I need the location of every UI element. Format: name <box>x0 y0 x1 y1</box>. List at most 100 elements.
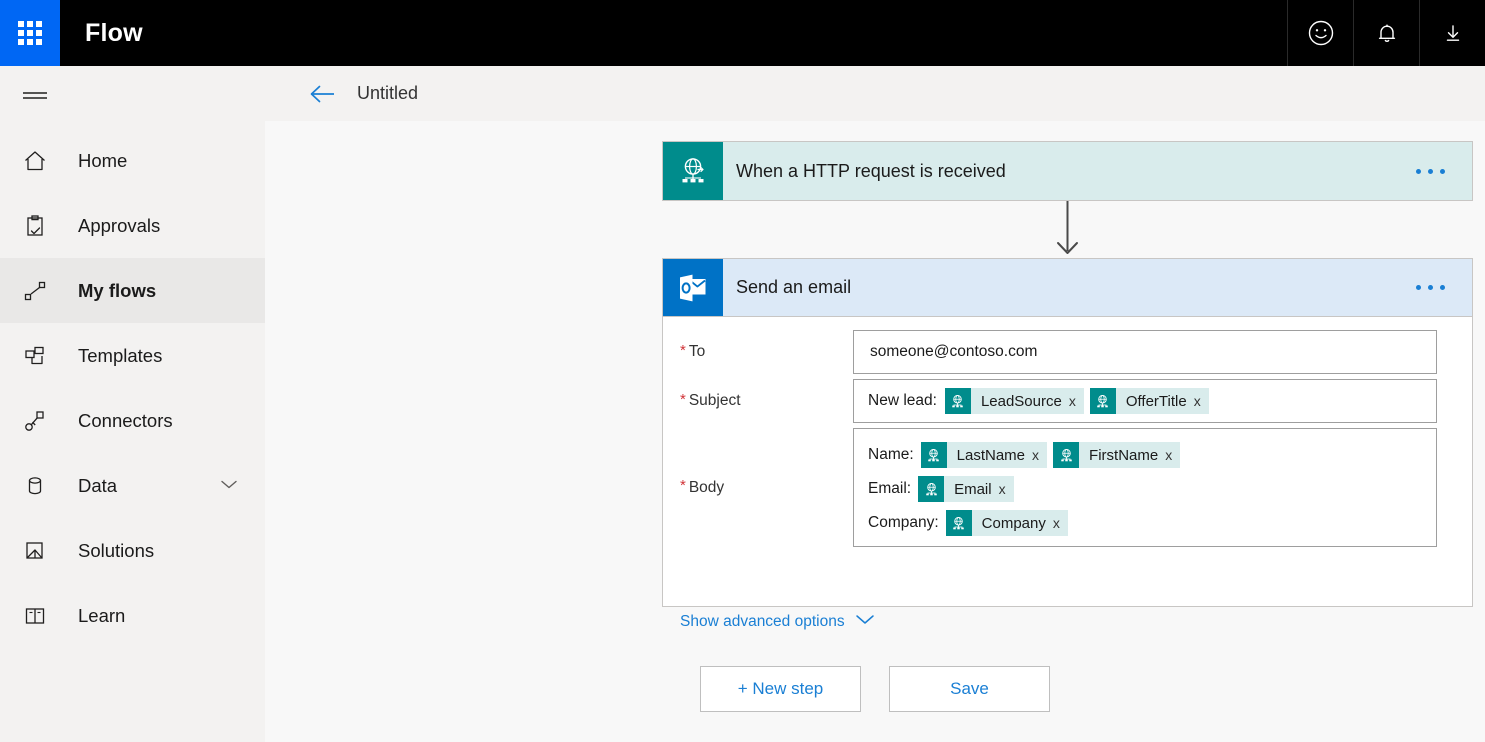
body-line: Name: <box>868 438 1436 472</box>
body-input[interactable]: Name: <box>853 428 1437 547</box>
sidebar-item-templates[interactable]: Templates <box>0 323 265 388</box>
sidebar-item-home[interactable]: Home <box>0 128 265 193</box>
notifications-button[interactable] <box>1353 0 1419 66</box>
sidebar-item-data[interactable]: Data <box>0 453 265 518</box>
subject-input[interactable]: New lead: <box>853 379 1437 423</box>
dynamic-token[interactable]: FirstName x <box>1053 442 1180 468</box>
token-label: OfferTitle <box>1116 393 1194 410</box>
remove-token-icon[interactable]: x <box>1032 448 1047 462</box>
dynamic-token[interactable]: LastName x <box>921 442 1047 468</box>
flow-trigger-card[interactable]: When a HTTP request is received <box>662 141 1473 201</box>
body-line-prefix: Email: <box>868 480 911 498</box>
save-button[interactable]: Save <box>889 666 1050 712</box>
connectors-icon <box>14 400 56 442</box>
outlook-icon <box>663 259 723 316</box>
sidebar-item-learn[interactable]: Learn <box>0 583 265 648</box>
app-launcher-button[interactable] <box>0 0 60 66</box>
remove-token-icon[interactable]: x <box>1165 448 1180 462</box>
trigger-title: When a HTTP request is received <box>723 142 1416 200</box>
action-form: * To someone@contoso.com * Subject New l… <box>663 317 1472 607</box>
http-request-icon <box>663 142 723 200</box>
field-label-text: Body <box>689 479 724 497</box>
suite-spacer <box>143 0 1287 66</box>
download-button[interactable] <box>1419 0 1485 66</box>
token-label: LeadSource <box>971 393 1069 410</box>
book-icon <box>14 595 56 637</box>
sidebar-item-label: My flows <box>78 280 156 302</box>
sidebar: Home Approvals My flows <box>0 66 265 742</box>
required-asterisk: * <box>680 343 686 358</box>
advanced-options-label: Show advanced options <box>680 613 845 631</box>
hamburger-menu-icon <box>14 76 56 118</box>
sidebar-item-label: Solutions <box>78 540 154 562</box>
new-step-button[interactable]: + New step <box>700 666 861 712</box>
sidebar-item-approvals[interactable]: Approvals <box>0 193 265 258</box>
remove-token-icon[interactable]: x <box>1194 394 1209 408</box>
more-options-icon[interactable] <box>1416 142 1472 200</box>
body-line-prefix: Company: <box>868 514 939 532</box>
sidebar-item-solutions[interactable]: Solutions <box>0 518 265 583</box>
flow-icon <box>14 270 56 312</box>
solutions-icon <box>14 530 56 572</box>
body-field-label: * Body <box>663 428 853 547</box>
chevron-down-icon[interactable] <box>219 477 239 495</box>
action-title: Send an email <box>723 259 1416 316</box>
required-asterisk: * <box>680 478 686 493</box>
field-label-text: To <box>689 343 705 361</box>
to-input-value: someone@contoso.com <box>870 343 1037 361</box>
home-icon <box>14 140 56 182</box>
clipboard-check-icon <box>14 205 56 247</box>
dynamic-token[interactable]: LeadSource x <box>945 388 1084 414</box>
app-launcher-icon <box>18 21 42 45</box>
suite-bar: Flow <box>0 0 1485 66</box>
sidebar-item-label: Connectors <box>78 410 173 432</box>
sidebar-item-label: Learn <box>78 605 125 627</box>
back-button[interactable] <box>305 77 339 111</box>
required-asterisk: * <box>680 392 686 407</box>
body-line: Email: <box>868 472 1436 506</box>
remove-token-icon[interactable]: x <box>1069 394 1084 408</box>
command-bar: Untitled <box>265 66 1485 121</box>
action-card-header[interactable]: Send an email <box>663 259 1472 317</box>
app-title: Flow <box>60 0 143 66</box>
sidebar-item-label: Approvals <box>78 215 160 237</box>
to-input[interactable]: someone@contoso.com <box>853 330 1437 374</box>
show-advanced-options-link[interactable]: Show advanced options <box>680 613 876 631</box>
http-request-icon <box>1053 442 1079 468</box>
page-title: Untitled <box>357 83 418 104</box>
field-label-text: Subject <box>689 392 741 410</box>
token-label: Company <box>972 515 1053 532</box>
more-options-icon[interactable] <box>1416 259 1472 316</box>
http-request-icon <box>921 442 947 468</box>
http-request-icon <box>945 388 971 414</box>
to-field-label: * To <box>663 330 853 374</box>
dynamic-token[interactable]: Company x <box>946 510 1068 536</box>
token-label: LastName <box>947 447 1032 464</box>
back-arrow-icon <box>307 82 337 106</box>
database-icon <box>14 465 56 507</box>
subject-field-label: * Subject <box>663 379 853 423</box>
sidebar-item-label: Data <box>78 475 117 497</box>
sidebar-item-label: Home <box>78 150 127 172</box>
http-request-icon <box>946 510 972 536</box>
flow-connector <box>662 201 1473 258</box>
dynamic-token[interactable]: Email x <box>918 476 1014 502</box>
flow-action-card[interactable]: Send an email * To someone@contoso.com *… <box>662 258 1473 607</box>
subject-prefix-text: New lead: <box>868 392 937 410</box>
http-request-icon <box>1090 388 1116 414</box>
sidebar-item-connectors[interactable]: Connectors <box>0 388 265 453</box>
token-label: Email <box>944 481 999 498</box>
sidebar-item-label: Templates <box>78 345 162 367</box>
body-line-prefix: Name: <box>868 446 914 464</box>
down-arrow-connector-icon <box>662 201 1473 258</box>
designer-footer-buttons: + New step Save <box>265 666 1485 712</box>
sidebar-item-my-flows[interactable]: My flows <box>0 258 265 323</box>
remove-token-icon[interactable]: x <box>1053 516 1068 530</box>
feedback-button[interactable] <box>1287 0 1353 66</box>
download-icon <box>1438 18 1468 48</box>
dynamic-token[interactable]: OfferTitle x <box>1090 388 1209 414</box>
sidebar-toggle-button[interactable] <box>0 66 265 128</box>
field-row-body: * Body Name: <box>663 428 1472 547</box>
feedback-smiley-icon <box>1306 18 1336 48</box>
remove-token-icon[interactable]: x <box>999 482 1014 496</box>
